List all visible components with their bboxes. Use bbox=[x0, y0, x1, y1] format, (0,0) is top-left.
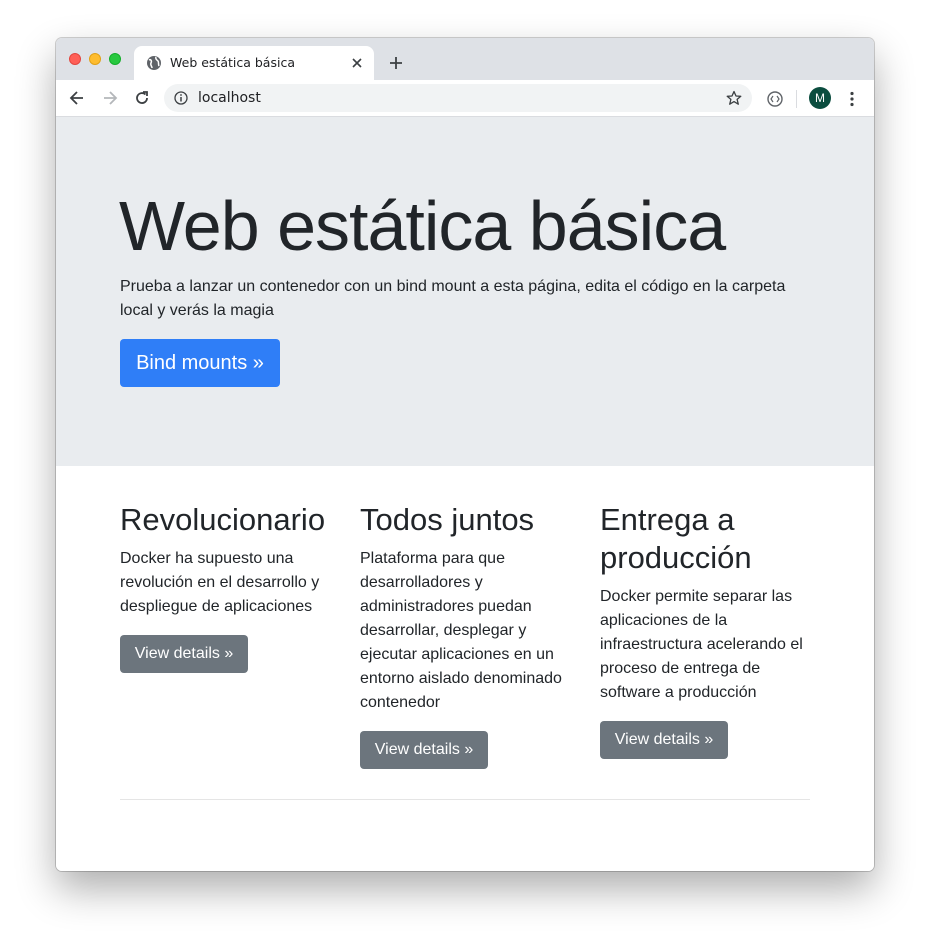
more-vert-icon[interactable] bbox=[844, 90, 860, 108]
feature-column-2: Todos juntos Plataforma para que desarro… bbox=[360, 501, 574, 769]
jumbotron: Web estática básica Prueba a lanzar un c… bbox=[56, 117, 874, 466]
url-text: localhost bbox=[198, 90, 261, 106]
lead-text: Prueba a lanzar un contenedor con un bin… bbox=[120, 278, 786, 319]
column-heading: Revolucionario bbox=[120, 502, 326, 537]
bind-mounts-button[interactable]: Bind mounts » bbox=[120, 339, 280, 387]
column-text: Plataforma para que desarrolladores y ad… bbox=[360, 550, 562, 711]
view-details-button[interactable]: View details » bbox=[600, 721, 728, 759]
profile-avatar[interactable]: M bbox=[809, 87, 831, 109]
close-window-button[interactable] bbox=[69, 53, 81, 65]
extension-icon[interactable] bbox=[766, 90, 784, 108]
column-text: Docker ha supuesto una revolución en el … bbox=[120, 550, 320, 615]
column-text: Docker permite separar las aplicaciones … bbox=[600, 588, 803, 701]
feature-column-3: Entrega a producción Docker permite sepa… bbox=[600, 501, 814, 759]
browser-window: Web estática básica localhost M Web está… bbox=[56, 38, 874, 871]
bookmark-star-icon[interactable] bbox=[726, 90, 742, 106]
back-arrow-icon[interactable] bbox=[68, 89, 86, 107]
minimize-window-button[interactable] bbox=[89, 53, 101, 65]
toolbar-divider bbox=[796, 90, 797, 108]
tab-title: Web estática básica bbox=[170, 55, 295, 70]
page-title: Web estática básica bbox=[119, 187, 726, 265]
feature-column-1: Revolucionario Docker ha supuesto una re… bbox=[120, 501, 334, 673]
info-icon[interactable] bbox=[174, 91, 188, 105]
column-heading: Todos juntos bbox=[360, 502, 535, 537]
close-tab-icon[interactable] bbox=[350, 56, 364, 70]
address-bar[interactable]: localhost bbox=[164, 84, 752, 112]
globe-icon bbox=[147, 56, 161, 70]
browser-toolbar: localhost M bbox=[56, 80, 874, 117]
reload-icon[interactable] bbox=[133, 89, 151, 107]
view-details-button[interactable]: View details » bbox=[120, 635, 248, 673]
tab-active[interactable]: Web estática básica bbox=[134, 46, 374, 80]
tab-strip: Web estática básica bbox=[56, 38, 874, 80]
column-heading: Entrega a producción bbox=[600, 502, 752, 575]
view-details-button[interactable]: View details » bbox=[360, 731, 488, 769]
new-tab-icon[interactable] bbox=[388, 55, 404, 71]
maximize-window-button[interactable] bbox=[109, 53, 121, 65]
horizontal-divider bbox=[120, 799, 810, 800]
page-content: Web estática básica Prueba a lanzar un c… bbox=[56, 117, 874, 871]
forward-arrow-icon[interactable] bbox=[101, 89, 119, 107]
